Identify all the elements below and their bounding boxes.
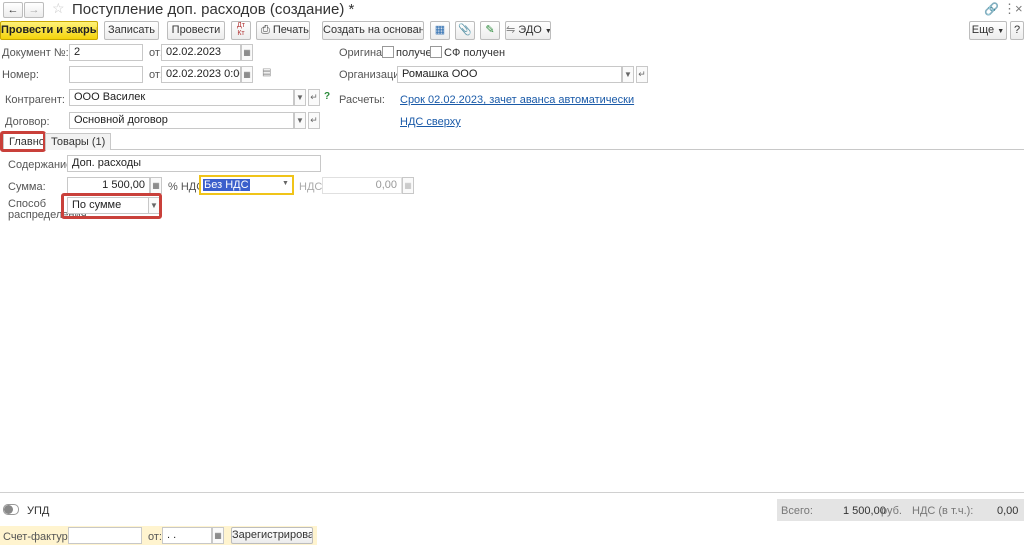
sign-button[interactable]: ✎ (480, 21, 500, 40)
dt-kt-button[interactable]: Дт Кт (231, 21, 251, 40)
pen-icon: ✎ (485, 24, 495, 36)
structure-button[interactable]: ▦ (430, 21, 450, 40)
currency-label: руб. (881, 505, 902, 517)
total-label: Всего: (781, 505, 813, 517)
date-field[interactable]: 02.02.2023 (161, 44, 241, 61)
datetime-field[interactable]: 02.02.2023 0:00:00 (161, 66, 241, 83)
edo-label: ЭДО (518, 24, 542, 36)
vat-included-value: 0,00 (997, 505, 1019, 517)
original-received-checkbox[interactable] (382, 46, 394, 58)
settlements-link[interactable]: Срок 02.02.2023, зачет аванса автоматиче… (400, 94, 634, 106)
content-field[interactable]: Доп. расходы (67, 155, 321, 172)
calendar-icon[interactable]: ▦ (212, 527, 224, 544)
calculator-icon: ▦ (402, 177, 414, 194)
more-label: Еще (971, 24, 995, 36)
chevron-down-icon: ▼ (997, 28, 1005, 35)
contractor-label: Контрагент: (5, 94, 65, 106)
total-value: 1 500,00 (843, 505, 886, 517)
window-title: Поступление доп. расходов (создание) * (72, 1, 355, 18)
kt-label: Кт (237, 30, 245, 37)
contract-label: Договор: (5, 116, 50, 128)
print-label: Печать (272, 24, 309, 36)
organization-field[interactable]: Ромашка ООО (397, 66, 622, 83)
doc-number-label: Документ №: (2, 47, 69, 59)
help-button[interactable]: ? (1010, 21, 1024, 40)
favorite-star-icon[interactable]: ☆ (52, 0, 65, 17)
number-field[interactable] (69, 66, 143, 83)
upd-toggle-knob (4, 505, 13, 514)
paperclip-icon: 📎 (458, 24, 472, 36)
register-button[interactable]: Зарегистрировать (231, 527, 313, 544)
sf-received-checkbox[interactable] (430, 46, 442, 58)
back-button[interactable]: ← (3, 2, 23, 18)
invoice-date-from-label: от: (148, 531, 162, 543)
printer-icon: ⎙ (261, 24, 270, 36)
doc-number-field[interactable]: 2 (69, 44, 143, 61)
calendar-icon[interactable]: ▦ (241, 44, 253, 61)
print-button[interactable]: ⎙ Печать ▼ (256, 21, 310, 40)
edo-button[interactable]: ⇋ ЭДО ▼ (505, 21, 551, 40)
tab-main-highlight (0, 131, 46, 152)
content-label: Содержание: (8, 159, 76, 171)
contractor-help-icon[interactable]: ? (324, 91, 330, 102)
save-button[interactable]: Записать (104, 21, 159, 40)
invoice-date-field[interactable]: . . (162, 527, 212, 544)
chevron-down-icon[interactable]: ▼ (294, 89, 306, 106)
chevron-down-icon[interactable]: ▼ (294, 112, 306, 129)
distribution-method-highlight (61, 193, 162, 219)
close-icon[interactable]: × (1015, 1, 1023, 16)
dt-label: Дт (237, 22, 245, 29)
vat-rate-selected-text: Без НДС (203, 179, 250, 191)
upd-toggle[interactable] (3, 504, 19, 515)
tab-goods[interactable]: Товары (1) (45, 133, 112, 150)
post-button[interactable]: Провести (167, 21, 225, 40)
upd-label: УПД (27, 505, 50, 517)
edo-icon: ⇋ (506, 24, 516, 36)
settlements-label: Расчеты: (339, 94, 385, 106)
sf-received-label: СФ получен (444, 47, 506, 59)
vat-on-top-link[interactable]: НДС сверху (400, 116, 461, 128)
open-link-icon[interactable]: ↵ (308, 112, 320, 129)
chevron-down-icon[interactable]: ▼ (622, 66, 634, 83)
vat-amount-field: 0,00 (322, 177, 402, 194)
chevron-down-icon[interactable]: ▼ (282, 180, 289, 187)
number-label: Номер: (2, 69, 39, 81)
vat-included-label: НДС (в т.ч.): (912, 505, 974, 517)
sum-field[interactable]: 1 500,00 (67, 177, 150, 194)
create-based-label: Создать на основании (323, 24, 423, 36)
forward-button[interactable]: → (24, 2, 44, 18)
chevron-down-icon: ▼ (545, 28, 550, 35)
open-link-icon[interactable]: ↵ (308, 89, 320, 106)
contract-field[interactable]: Основной договор (69, 112, 294, 129)
contractor-field[interactable]: ООО Василек (69, 89, 294, 106)
history-icon[interactable]: ▤ (262, 67, 271, 78)
create-based-on-button[interactable]: Создать на основании ▼ (322, 21, 424, 40)
sum-label: Сумма: (8, 181, 46, 193)
structure-icon: ▦ (434, 24, 446, 36)
invoice-number-field[interactable] (68, 527, 142, 544)
post-and-close-button[interactable]: Провести и закрыть (0, 21, 98, 40)
calculator-icon[interactable]: ▦ (150, 177, 162, 194)
link-icon[interactable]: 🔗 (984, 2, 999, 16)
open-link-icon[interactable]: ↵ (636, 66, 648, 83)
vat-rate-field[interactable]: Без НДС (199, 175, 294, 195)
more-button[interactable]: Еще ▼ (969, 21, 1007, 40)
calendar-icon[interactable]: ▦ (241, 66, 253, 83)
attach-button[interactable]: 📎 (455, 21, 475, 40)
